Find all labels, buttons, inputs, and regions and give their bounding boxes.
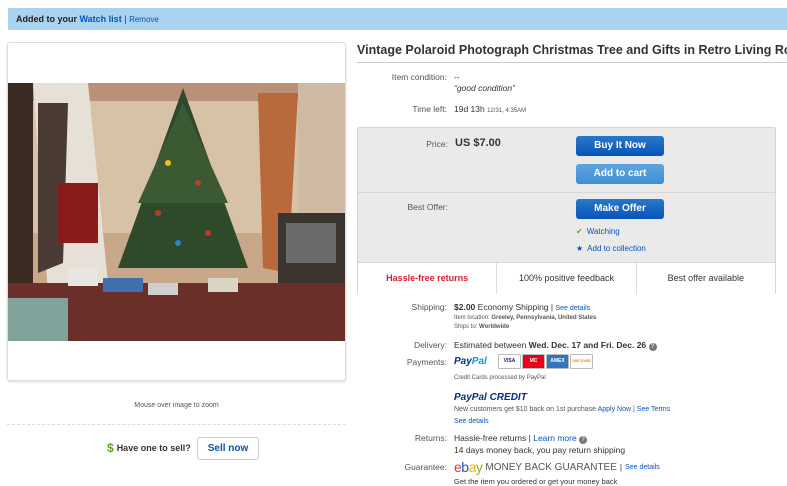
info-icon[interactable]: ? [579, 436, 588, 444]
watchlist-notification-bar: Added to your Watch list | Remove [8, 8, 787, 30]
add-to-collection-text: Add to collection [587, 244, 646, 253]
mbg-text: MONEY BACK GUARANTEE [485, 461, 617, 473]
price-label: Price: [426, 139, 448, 149]
best-offer-label: Best Offer: [407, 202, 448, 212]
item-location-label: Item location: [454, 315, 490, 321]
shipping-cost: $2.00 [454, 302, 476, 312]
separator: | [124, 14, 127, 24]
payments-label: Payments: [406, 357, 447, 367]
watchlist-added-text: Added to your [16, 14, 77, 24]
sell-now-button[interactable]: Sell now [196, 436, 260, 460]
info-icon[interactable]: ? [648, 343, 657, 351]
buy-it-now-button[interactable]: Buy It Now [576, 136, 664, 156]
delivery-dates: Wed. Dec. 17 and Fri. Dec. 26 [528, 340, 647, 350]
paypal-credit-logo: PayPal CREDIT [454, 392, 527, 403]
watching-link[interactable]: ✔ Watching [576, 227, 620, 236]
visa-icon: VISA [498, 354, 521, 369]
delivery-value: Estimated between Wed. Dec. 17 and Fri. … [454, 340, 657, 351]
zoom-hint: Mouse over image to zoom [134, 402, 219, 409]
ships-to-value: Worldwide [479, 324, 510, 330]
feature-strip: Hassle-free returns 100% positive feedba… [358, 262, 775, 294]
condition-quote: “good condition” [454, 83, 515, 93]
item-location-value: Greeley, Pennsylvania, United States [491, 315, 597, 321]
feature-hassle-free-returns: Hassle-free returns [358, 263, 498, 294]
paypal-logo: PayPal [454, 356, 487, 367]
title-divider [357, 62, 787, 63]
dollar-icon: $ [107, 441, 114, 455]
item-location: Item location: Greeley, Pennsylvania, Un… [454, 315, 596, 321]
row-divider [358, 192, 775, 193]
shipping-label: Shipping: [411, 302, 447, 312]
add-to-cart-button[interactable]: Add to cart [576, 164, 664, 184]
returns-value: Hassle-free returns | Learn more ? [454, 433, 588, 444]
sell-prompt: $ Have one to sell? Sell now [107, 436, 260, 460]
watch-list-link[interactable]: Watch list [80, 14, 122, 24]
amex-icon: AMEX [546, 354, 569, 369]
time-left-duration: 19d 13h [454, 104, 485, 114]
star-icon: ★ [576, 244, 584, 253]
divider [7, 424, 346, 425]
paypal-logo-part2: Pal [471, 356, 487, 367]
returns-policy: 14 days money back, you pay return shipp… [454, 445, 626, 455]
ebay-logo: ebay [454, 459, 483, 475]
sell-question: Have one to sell? [116, 443, 191, 453]
mastercard-icon: MC [522, 354, 545, 369]
item-image-box[interactable] [7, 42, 346, 381]
guarantee-see-details-link[interactable]: See details [625, 464, 660, 471]
shipping-see-details-link[interactable]: See details [555, 305, 590, 312]
shipping-method: Economy Shipping [477, 302, 549, 312]
condition-label: Item condition: [391, 72, 447, 82]
remove-link[interactable]: Remove [129, 15, 159, 24]
see-terms-link[interactable]: See Terms [637, 406, 670, 413]
credit-processed-text: Credit Cards processed by PayPal [454, 375, 546, 381]
condition-value: -- [454, 72, 460, 82]
ships-to-label: Ships to: [454, 324, 478, 330]
credit-offer-text: New customers get $10 back on 1st purcha… [454, 406, 597, 413]
make-offer-button[interactable]: Make Offer [576, 199, 664, 219]
time-left-value: 19d 13h 12/31, 4:35AM [454, 104, 526, 114]
returns-text: Hassle-free returns [454, 433, 527, 443]
guarantee-tagline: Get the item you ordered or get your mon… [454, 477, 618, 486]
watching-text: Watching [586, 227, 620, 236]
check-icon: ✔ [576, 227, 583, 236]
guarantee-label: Guarantee: [404, 462, 447, 472]
feature-best-offer: Best offer available [667, 273, 745, 283]
purchase-box: Price: US $7.00 Buy It Now Add to cart B… [357, 127, 776, 294]
payments-see-details: See details [454, 418, 489, 425]
item-title: Vintage Polaroid Photograph Christmas Tr… [357, 43, 787, 57]
feature-positive-feedback: 100% positive feedback [497, 263, 637, 294]
card-logos: VISA MC AMEX DISCOVER [498, 354, 593, 369]
delivery-label: Delivery: [413, 340, 447, 350]
delivery-text: Estimated between [454, 340, 527, 350]
apply-now-link[interactable]: Apply Now [598, 406, 631, 413]
add-to-collection-link[interactable]: ★ Add to collection [576, 244, 646, 253]
paypal-logo-part1: Pay [454, 356, 472, 367]
time-left-label: Time left: [412, 104, 447, 114]
time-left-date: 12/31, 4:35AM [487, 108, 527, 114]
price-value: US $7.00 [455, 137, 501, 149]
money-back-guarantee: ebay MONEY BACK GUARANTEE | See details [454, 459, 660, 475]
credit-offer: New customers get $10 back on 1st purcha… [454, 406, 671, 413]
shipping-value: $2.00 Economy Shipping | See details [454, 302, 591, 312]
item-photo[interactable] [8, 83, 345, 341]
ships-to: Ships to: Worldwide [454, 324, 509, 330]
returns-label: Returns: [414, 433, 447, 443]
learn-more-link[interactable]: Learn more [533, 433, 576, 443]
payments-see-details-link[interactable]: See details [454, 418, 489, 425]
discover-icon: DISCOVER [570, 354, 593, 369]
